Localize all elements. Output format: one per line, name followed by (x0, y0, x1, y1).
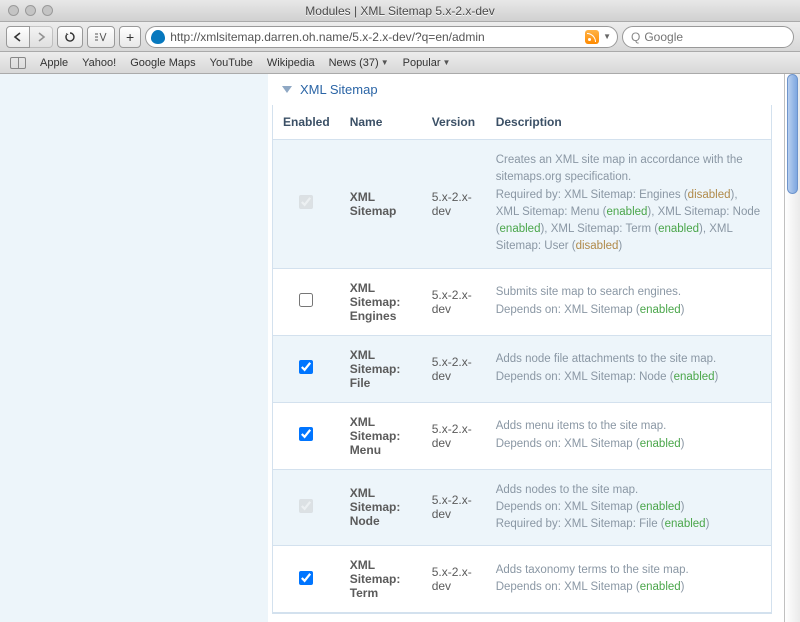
search-bar[interactable]: Q (622, 26, 794, 48)
bookmark-item[interactable]: Apple (40, 57, 68, 69)
module-description: Adds node file attachments to the site m… (486, 335, 771, 402)
module-description: Adds taxonomy terms to the site map.Depe… (486, 546, 771, 613)
enable-checkbox (299, 499, 313, 513)
module-version: 5.x-2.x-dev (422, 402, 486, 469)
module-description: Submits site map to search engines.Depen… (486, 268, 771, 335)
table-row: XML Sitemap5.x-2.x-devCreates an XML sit… (273, 140, 771, 269)
col-name: Name (340, 105, 422, 140)
module-version: 5.x-2.x-dev (422, 140, 486, 269)
section-header[interactable]: XML Sitemap (268, 74, 784, 105)
bookmark-label: Wikipedia (267, 57, 315, 69)
module-description: Adds nodes to the site map.Depends on: X… (486, 469, 771, 546)
module-name: XML Sitemap: Menu (340, 402, 422, 469)
main-column: XML Sitemap Enabled Name Version Descrip… (268, 74, 784, 622)
search-icon: Q (631, 30, 640, 44)
module-name: XML Sitemap: Engines (340, 268, 422, 335)
scrollbar-thumb[interactable] (787, 74, 798, 194)
col-description: Description (486, 105, 771, 140)
enable-checkbox[interactable] (299, 571, 313, 585)
bookmark-item[interactable]: Wikipedia (267, 57, 315, 69)
window-titlebar: Modules | XML Sitemap 5.x-2.x-dev (0, 0, 800, 22)
chevron-down-icon: ▼ (443, 58, 451, 67)
col-version: Version (422, 105, 486, 140)
enable-checkbox[interactable] (299, 293, 313, 307)
bookmark-item[interactable]: Google Maps (130, 57, 195, 69)
module-description: Creates an XML site map in accordance wi… (486, 140, 771, 269)
module-name: XML Sitemap: Term (340, 546, 422, 613)
table-row: XML Sitemap: Term5.x-2.x-devAdds taxonom… (273, 546, 771, 613)
bookmarks-bar: Apple Yahoo! Google Maps YouTube Wikipedia Ne… (0, 52, 800, 74)
bookmark-label: Google Maps (130, 57, 195, 69)
enable-checkbox[interactable] (299, 360, 313, 374)
chevron-down-icon[interactable]: ▼ (603, 32, 611, 41)
enable-checkbox (299, 195, 313, 209)
sidebar-column (0, 74, 268, 622)
reload-button[interactable] (57, 26, 83, 48)
bookmark-label: YouTube (210, 57, 253, 69)
table-row: XML Sitemap: Node5.x-2.x-devAdds nodes t… (273, 469, 771, 546)
vertical-scrollbar[interactable] (784, 74, 800, 622)
table-row: XML Sitemap: Menu5.x-2.x-devAdds menu it… (273, 402, 771, 469)
enable-checkbox[interactable] (299, 427, 313, 441)
rss-icon[interactable] (585, 30, 599, 44)
action-button[interactable] (87, 26, 115, 48)
back-button[interactable] (6, 26, 30, 48)
bookmark-label: Yahoo! (82, 57, 116, 69)
add-button[interactable]: + (119, 26, 141, 48)
url-text: http://xmlsitemap.darren.oh.name/5.x-2.x… (170, 30, 585, 44)
browser-toolbar: + http://xmlsitemap.darren.oh.name/5.x-2… (0, 22, 800, 52)
module-version: 5.x-2.x-dev (422, 335, 486, 402)
address-bar[interactable]: http://xmlsitemap.darren.oh.name/5.x-2.x… (145, 26, 618, 48)
page-content: XML Sitemap Enabled Name Version Descrip… (0, 74, 784, 622)
bookmark-label: Popular (403, 57, 441, 69)
bookmarks-icon[interactable] (10, 57, 26, 69)
module-version: 5.x-2.x-dev (422, 469, 486, 546)
section-title[interactable]: XML Sitemap (300, 82, 378, 97)
chevron-down-icon: ▼ (381, 58, 389, 67)
bookmark-label: Apple (40, 57, 68, 69)
window-title: Modules | XML Sitemap 5.x-2.x-dev (0, 4, 800, 18)
forward-button[interactable] (30, 26, 53, 48)
module-version: 5.x-2.x-dev (422, 268, 486, 335)
col-enabled: Enabled (273, 105, 340, 140)
module-name: XML Sitemap: File (340, 335, 422, 402)
bookmark-item[interactable]: News (37)▼ (329, 57, 389, 69)
bookmark-item[interactable]: YouTube (210, 57, 253, 69)
table-row: XML Sitemap: Engines5.x-2.x-devSubmits s… (273, 268, 771, 335)
drupal-icon (150, 29, 166, 45)
module-version: 5.x-2.x-dev (422, 546, 486, 613)
collapse-triangle-icon[interactable] (282, 86, 292, 93)
nav-buttons (6, 26, 53, 48)
table-row: XML Sitemap: File5.x-2.x-devAdds node fi… (273, 335, 771, 402)
module-description: Adds menu items to the site map.Depends … (486, 402, 771, 469)
bookmark-item[interactable]: Yahoo! (82, 57, 116, 69)
modules-table: Enabled Name Version Description XML Sit… (273, 105, 771, 613)
module-name: XML Sitemap (340, 140, 422, 269)
module-name: XML Sitemap: Node (340, 469, 422, 546)
bookmark-item[interactable]: Popular▼ (403, 57, 451, 69)
search-input[interactable] (644, 30, 785, 44)
bookmark-label: News (37) (329, 57, 379, 69)
